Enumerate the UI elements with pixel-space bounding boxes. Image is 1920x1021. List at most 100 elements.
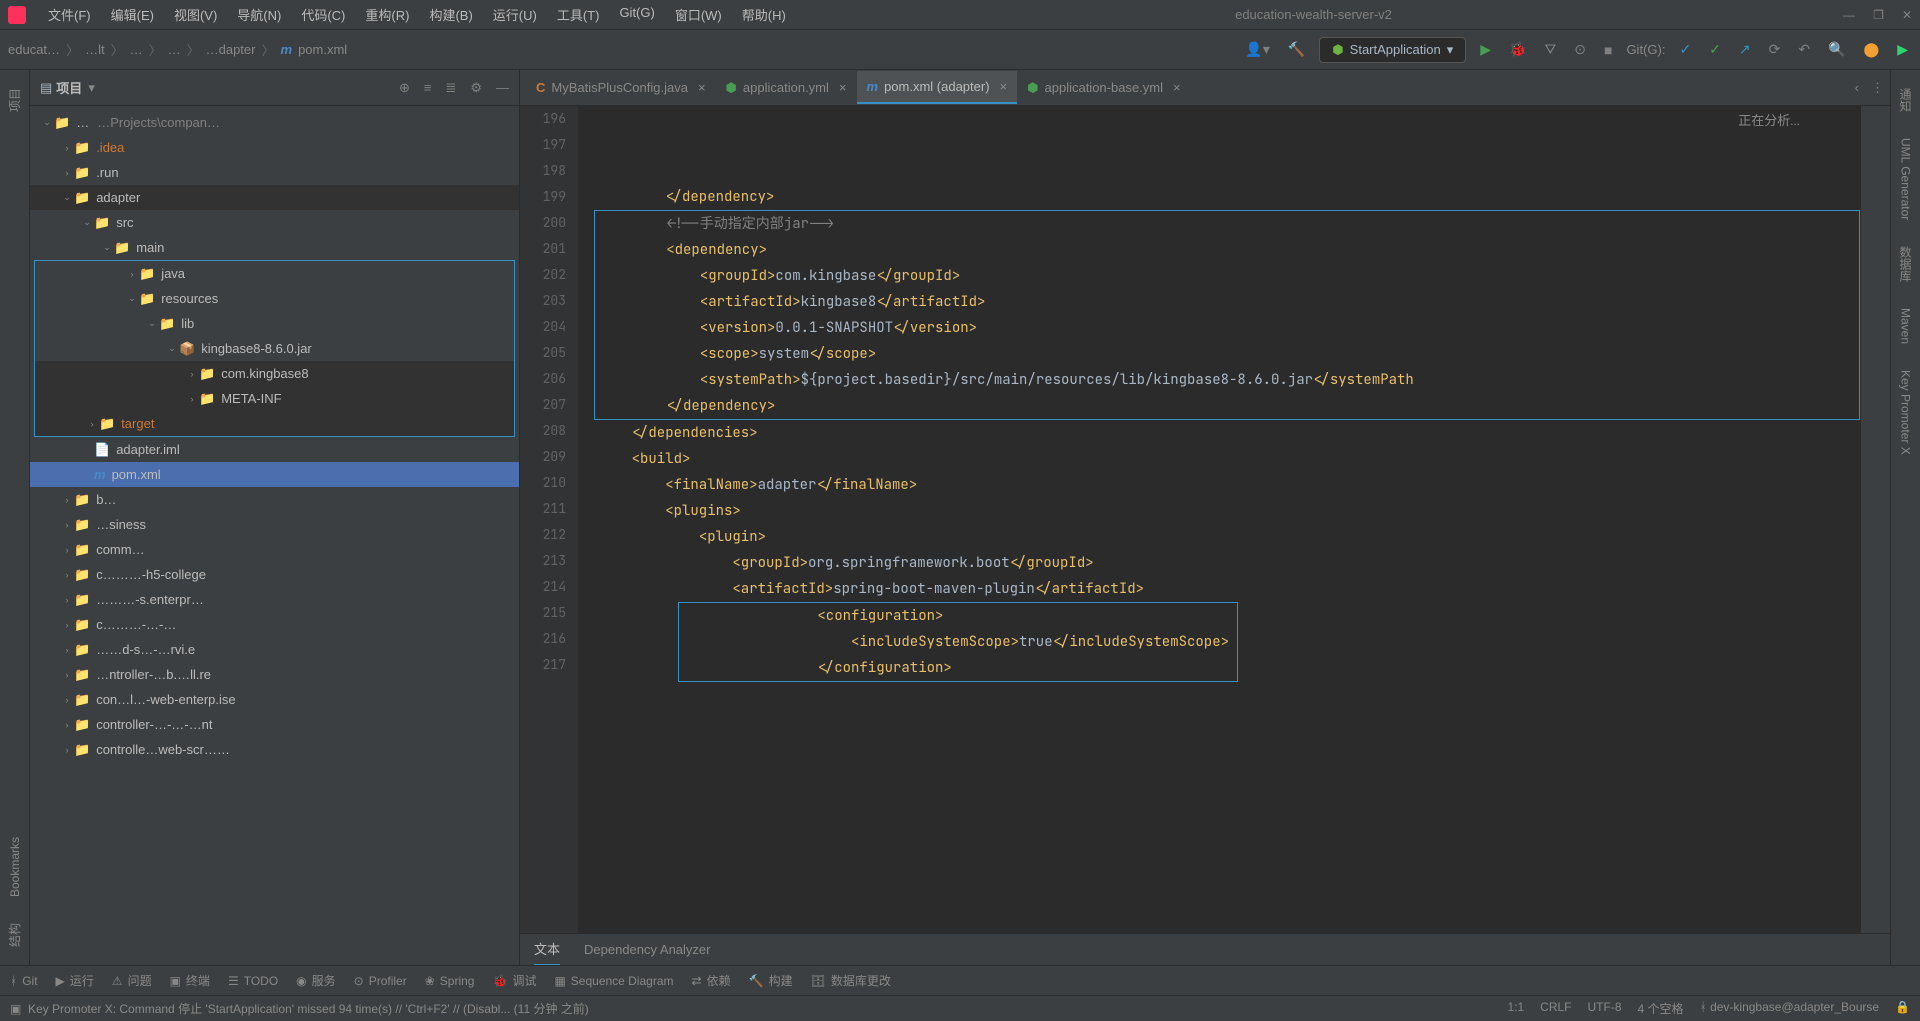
menu-item[interactable]: 工具(T): [547, 1, 610, 28]
line-number[interactable]: 217: [520, 652, 566, 678]
code-editor[interactable]: 正在分析... </dependency> <!--手动指定内部jar--> <…: [578, 106, 1860, 933]
profile-icon[interactable]: ⊙: [1570, 37, 1590, 62]
hammer-icon[interactable]: 🔨: [1284, 37, 1309, 62]
tool-window-prof[interactable]: ⊙Profiler: [354, 974, 407, 988]
menu-item[interactable]: 文件(F): [38, 1, 101, 28]
tool-window-play[interactable]: ▶运行: [56, 972, 94, 989]
breadcrumb[interactable]: educat…〉 …lt〉 …〉 …〉 …dapter〉 m pom.xml: [8, 40, 347, 59]
tree-item[interactable]: ›📁c………-…-…: [30, 612, 519, 637]
debug-icon[interactable]: 🐞: [1505, 37, 1530, 62]
expand-arrow-icon[interactable]: ⌄: [60, 192, 74, 203]
tree-item[interactable]: ⌄📁resources: [35, 286, 514, 311]
collapse-all-icon[interactable]: ≣: [445, 80, 456, 96]
tool-window-warn[interactable]: ⚠问题: [112, 972, 152, 989]
maximize-icon[interactable]: ❐: [1873, 8, 1884, 22]
tab-prev-icon[interactable]: ‹: [1855, 80, 1859, 96]
expand-all-icon[interactable]: ≡: [424, 80, 432, 96]
tab-menu-icon[interactable]: ⋮: [1871, 80, 1884, 96]
expand-arrow-icon[interactable]: ›: [185, 369, 199, 379]
expand-arrow-icon[interactable]: ›: [125, 269, 139, 279]
tab-close-icon[interactable]: ×: [839, 80, 847, 95]
database-tab[interactable]: 数据库: [1893, 238, 1918, 290]
line-number[interactable]: 201: [520, 236, 566, 262]
run-config-selector[interactable]: ⬢ StartApplication ▾: [1319, 37, 1466, 63]
tree-item[interactable]: ›📁………-s.enterpr…: [30, 587, 519, 612]
stop-icon[interactable]: ■: [1600, 38, 1616, 62]
tree-item[interactable]: ⌄📁……Projects\compan…: [30, 110, 519, 135]
project-tab[interactable]: 项目: [2, 80, 27, 120]
run-icon[interactable]: ▶: [1476, 37, 1495, 62]
tool-window-todo[interactable]: ☰TODO: [228, 974, 278, 988]
editor-tab[interactable]: ⬢application.yml×: [716, 72, 857, 104]
line-number[interactable]: 206: [520, 366, 566, 392]
tool-window-branch[interactable]: ᚼGit: [10, 974, 38, 988]
bookmarks-tab[interactable]: Bookmarks: [4, 829, 26, 905]
minimap[interactable]: [1860, 106, 1890, 933]
tree-item[interactable]: ›📁c………-h5-college: [30, 562, 519, 587]
breadcrumb-part[interactable]: …: [168, 42, 181, 57]
line-number[interactable]: 209: [520, 444, 566, 470]
expand-arrow-icon[interactable]: ⌄: [40, 117, 54, 128]
line-number[interactable]: 199: [520, 184, 566, 210]
tool-window-debug[interactable]: 🐞调试: [492, 972, 536, 989]
tree-item[interactable]: ›📁……d-s…-…rvi.e: [30, 637, 519, 662]
tool-window-seq[interactable]: ▦Sequence Diagram: [554, 974, 673, 988]
line-number[interactable]: 210: [520, 470, 566, 496]
editor-tab[interactable]: ⬢application-base.yml×: [1017, 72, 1190, 104]
search-icon[interactable]: 🔍: [1824, 37, 1849, 62]
line-number[interactable]: 202: [520, 262, 566, 288]
expand-arrow-icon[interactable]: ›: [85, 419, 99, 429]
line-number[interactable]: 216: [520, 626, 566, 652]
expand-arrow-icon[interactable]: ›: [60, 645, 74, 655]
key-promoter-tab[interactable]: Key Promoter X: [1895, 362, 1917, 463]
tree-item[interactable]: ›📁…siness: [30, 512, 519, 537]
caret-position[interactable]: 1:1: [1507, 1000, 1524, 1017]
expand-arrow-icon[interactable]: ⌄: [80, 217, 94, 228]
expand-arrow-icon[interactable]: ›: [185, 394, 199, 404]
line-number[interactable]: 200: [520, 210, 566, 236]
line-number[interactable]: 207: [520, 392, 566, 418]
expand-arrow-icon[interactable]: ›: [60, 745, 74, 755]
expand-arrow-icon[interactable]: ›: [60, 670, 74, 680]
line-number[interactable]: 213: [520, 548, 566, 574]
tree-item[interactable]: ›📁.idea: [30, 135, 519, 160]
tool-window-term[interactable]: ▣终端: [170, 972, 210, 989]
expand-arrow-icon[interactable]: ›: [60, 168, 74, 178]
expand-arrow-icon[interactable]: ⌄: [100, 242, 114, 253]
line-number[interactable]: 215: [520, 600, 566, 626]
tab-close-icon[interactable]: ×: [698, 80, 706, 95]
editor-tab[interactable]: CMyBatisPlusConfig.java×: [526, 72, 716, 103]
coverage-icon[interactable]: ⛛: [1540, 37, 1560, 62]
indent[interactable]: 4 个空格: [1638, 1000, 1684, 1017]
line-number[interactable]: 196: [520, 106, 566, 132]
expand-arrow-icon[interactable]: ›: [60, 143, 74, 153]
expand-arrow-icon[interactable]: ›: [60, 595, 74, 605]
editor-body[interactable]: 1961971981992002012022032042052062072082…: [520, 106, 1890, 933]
expand-arrow-icon[interactable]: ›: [60, 620, 74, 630]
encoding[interactable]: UTF-8: [1588, 1000, 1622, 1017]
tree-item[interactable]: 📄adapter.iml: [30, 437, 519, 462]
notifications-tab[interactable]: 通知: [1893, 80, 1918, 120]
structure-tab[interactable]: 结构: [2, 915, 27, 955]
git-commit-icon[interactable]: ✓: [1705, 37, 1725, 62]
tree-item[interactable]: ›📁META-INF: [35, 386, 514, 411]
line-number[interactable]: 204: [520, 314, 566, 340]
git-update-icon[interactable]: ✓: [1675, 37, 1695, 62]
line-number[interactable]: 198: [520, 158, 566, 184]
tree-item[interactable]: ›📁com.kingbase8: [35, 361, 514, 386]
tool-window-db[interactable]: 🗄数据库更改: [811, 972, 891, 989]
menu-item[interactable]: 重构(R): [355, 1, 419, 28]
tool-window-spring[interactable]: ❀Spring: [425, 974, 475, 988]
tree-item[interactable]: ›📁…ntroller-…b.…ll.re: [30, 662, 519, 687]
tree-item[interactable]: ›📁b…: [30, 487, 519, 512]
minimize-icon[interactable]: —: [1843, 8, 1855, 22]
close-icon[interactable]: ✕: [1902, 8, 1912, 22]
user-icon[interactable]: 👤▾: [1241, 37, 1273, 62]
tree-item[interactable]: ⌄📦kingbase8-8.6.0.jar: [35, 336, 514, 361]
tool-window-svc[interactable]: ◉服务: [296, 972, 336, 989]
breadcrumb-part[interactable]: educat…: [8, 42, 60, 57]
dependency-analyzer-tab[interactable]: Dependency Analyzer: [584, 936, 710, 963]
settings-icon[interactable]: ⬤: [1860, 37, 1884, 62]
menu-item[interactable]: 帮助(H): [732, 1, 796, 28]
tree-item[interactable]: ›📁con…l…-web-enterp.ise: [30, 687, 519, 712]
